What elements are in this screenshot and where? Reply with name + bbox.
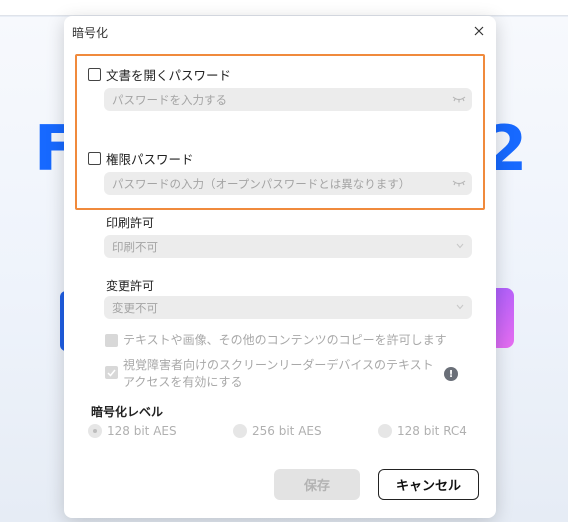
allow-copy-checkbox[interactable] bbox=[105, 334, 118, 347]
chevron-down-icon bbox=[456, 304, 464, 310]
open-password-label: 文書を開くパスワード bbox=[106, 68, 232, 83]
encryption-dialog: 暗号化 文書を開くパスワード パスワードを入力する 権限パスワード パスワードの… bbox=[64, 16, 496, 518]
permission-password-placeholder: パスワードの入力（オープンパスワードとは異なります） bbox=[112, 176, 411, 191]
close-icon bbox=[474, 26, 484, 36]
print-permission-label: 印刷許可 bbox=[106, 216, 155, 230]
screen-reader-checkbox[interactable] bbox=[105, 366, 118, 379]
open-password-toggle[interactable]: 文書を開くパスワード bbox=[88, 65, 231, 84]
allow-copy-label: テキストや画像、その他のコンテンツのコピーを許可します bbox=[123, 333, 447, 347]
allow-copy-option[interactable]: テキストや画像、その他のコンテンツのコピーを許可します bbox=[105, 332, 447, 349]
screen-reader-label-line1: 視覚障害者向けのスクリーンリーダーデバイスのテキスト bbox=[123, 358, 434, 372]
encryption-level-label: 暗号化レベル bbox=[91, 405, 164, 419]
permission-password-input[interactable]: パスワードの入力（オープンパスワードとは異なります） bbox=[104, 172, 472, 195]
radio-128-aes[interactable]: 128 bit AES bbox=[88, 424, 177, 438]
eye-closed-icon[interactable] bbox=[452, 178, 466, 188]
open-password-input[interactable]: パスワードを入力する bbox=[104, 88, 472, 111]
open-password-checkbox[interactable] bbox=[88, 68, 101, 81]
radio-button-selected[interactable] bbox=[88, 424, 102, 438]
open-password-placeholder: パスワードを入力する bbox=[112, 92, 227, 107]
close-button[interactable] bbox=[470, 22, 488, 40]
cancel-button[interactable]: キャンセル bbox=[378, 469, 479, 500]
radio-128-rc4-label: 128 bit RC4 bbox=[397, 424, 467, 438]
radio-256-aes-label: 256 bit AES bbox=[252, 424, 322, 438]
background-top-bar bbox=[0, 0, 568, 16]
screen-reader-option[interactable]: 視覚障害者向けのスクリーンリーダーデバイスのテキスト アクセスを有効にする bbox=[105, 357, 434, 391]
eye-closed-icon[interactable] bbox=[452, 94, 466, 104]
radio-128-rc4[interactable]: 128 bit RC4 bbox=[378, 424, 467, 438]
save-button[interactable]: 保存 bbox=[274, 469, 360, 500]
radio-256-aes[interactable]: 256 bit AES bbox=[233, 424, 322, 438]
radio-128-aes-label: 128 bit AES bbox=[107, 424, 177, 438]
dialog-title: 暗号化 bbox=[72, 26, 109, 40]
permission-password-label: 権限パスワード bbox=[106, 152, 194, 167]
checkmark-icon bbox=[107, 369, 116, 377]
permission-password-checkbox[interactable] bbox=[88, 152, 101, 165]
chevron-down-icon bbox=[456, 243, 464, 249]
screen-reader-label-line2: アクセスを有効にする bbox=[123, 375, 243, 389]
print-permission-select[interactable]: 印刷不可 bbox=[104, 235, 472, 258]
change-permission-label: 変更許可 bbox=[106, 279, 155, 293]
info-icon[interactable]: ! bbox=[444, 367, 458, 381]
change-permission-value: 変更不可 bbox=[112, 300, 158, 315]
radio-button[interactable] bbox=[378, 424, 392, 438]
print-permission-value: 印刷不可 bbox=[112, 239, 158, 254]
change-permission-select[interactable]: 変更不可 bbox=[104, 296, 472, 319]
permission-password-toggle[interactable]: 権限パスワード bbox=[88, 149, 194, 168]
radio-button[interactable] bbox=[233, 424, 247, 438]
